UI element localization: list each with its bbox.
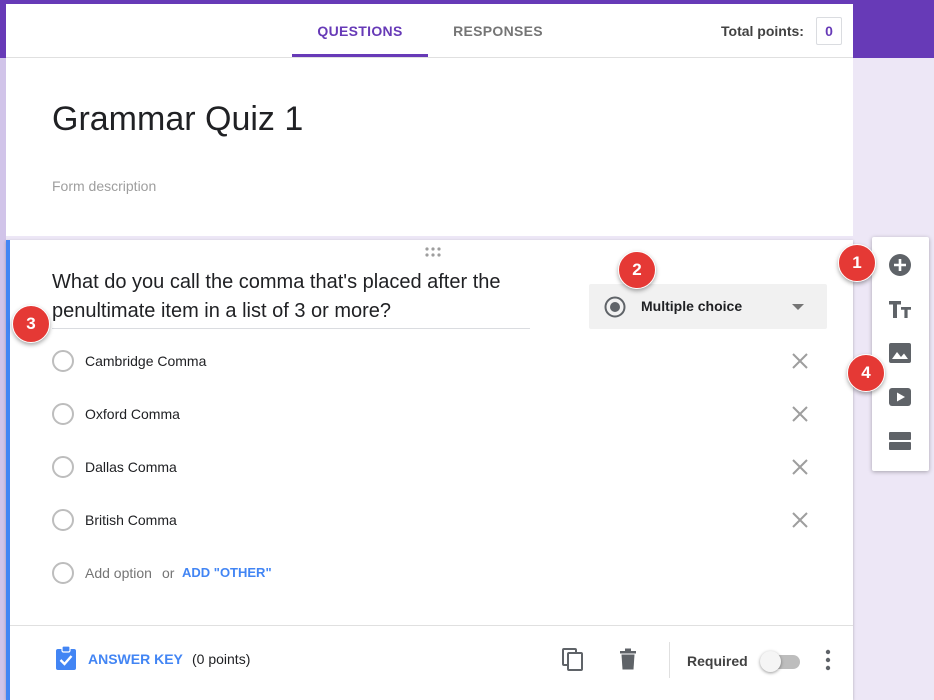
annotation-marker-3: 3 bbox=[12, 305, 50, 343]
option-label[interactable]: Oxford Comma bbox=[85, 406, 180, 422]
form-description-field[interactable]: Form description bbox=[52, 178, 156, 194]
active-tab-indicator bbox=[292, 54, 428, 57]
question-card[interactable]: What do you call the comma that's placed… bbox=[6, 240, 853, 700]
option-radio-icon bbox=[52, 350, 74, 372]
annotation-marker-2: 2 bbox=[618, 251, 656, 289]
option-label[interactable]: British Comma bbox=[85, 512, 177, 528]
or-text: or bbox=[162, 565, 175, 581]
trash-icon[interactable] bbox=[615, 646, 641, 672]
footer-divider bbox=[10, 625, 853, 626]
option-label[interactable]: Dallas Comma bbox=[85, 459, 177, 475]
image-icon[interactable] bbox=[886, 339, 914, 367]
required-label: Required bbox=[687, 653, 748, 669]
add-title-icon[interactable] bbox=[886, 295, 914, 323]
question-type-dropdown[interactable]: Multiple choice bbox=[589, 284, 827, 329]
tab-responses[interactable]: RESPONSES bbox=[430, 4, 566, 58]
clipboard-check-icon bbox=[56, 645, 76, 670]
side-toolbar bbox=[872, 237, 929, 471]
section-icon[interactable] bbox=[886, 427, 914, 455]
points-note: (0 points) bbox=[192, 651, 251, 667]
close-icon[interactable] bbox=[790, 404, 810, 424]
add-option-input[interactable]: Add option bbox=[85, 565, 152, 581]
tab-questions[interactable]: QUESTIONS bbox=[292, 4, 428, 58]
option-row[interactable]: Cambridge Comma bbox=[52, 346, 822, 376]
option-row[interactable]: Oxford Comma bbox=[52, 399, 822, 429]
radio-button-icon bbox=[604, 296, 626, 318]
option-label[interactable]: Cambridge Comma bbox=[85, 353, 206, 369]
total-points-value: 0 bbox=[816, 17, 842, 45]
drag-handle-icon[interactable] bbox=[423, 246, 443, 258]
form-editor: QUESTIONS RESPONSES Total points: 0 Gram… bbox=[6, 4, 853, 700]
option-row[interactable]: Dallas Comma bbox=[52, 452, 822, 482]
video-icon[interactable] bbox=[886, 383, 914, 411]
dropdown-arrow-icon bbox=[792, 304, 804, 310]
close-icon[interactable] bbox=[790, 351, 810, 371]
footer-vertical-divider bbox=[669, 642, 670, 678]
tab-bar: QUESTIONS RESPONSES Total points: 0 bbox=[6, 4, 853, 58]
toggle-thumb bbox=[760, 651, 781, 672]
answer-key-label: ANSWER KEY bbox=[88, 651, 183, 667]
option-radio-icon bbox=[52, 403, 74, 425]
option-radio-icon bbox=[52, 456, 74, 478]
question-title-input[interactable]: What do you call the comma that's placed… bbox=[52, 268, 530, 329]
option-radio-icon bbox=[52, 562, 74, 584]
form-title[interactable]: Grammar Quiz 1 bbox=[52, 100, 303, 139]
required-toggle[interactable] bbox=[760, 650, 804, 672]
annotation-marker-1: 1 bbox=[838, 244, 876, 282]
total-points-label: Total points: bbox=[721, 23, 804, 39]
add-question-icon[interactable] bbox=[886, 251, 914, 279]
option-radio-icon bbox=[52, 509, 74, 531]
add-other-link[interactable]: ADD "OTHER" bbox=[182, 565, 272, 580]
add-option-row: Add option or ADD "OTHER" bbox=[52, 558, 822, 588]
more-options-icon[interactable] bbox=[818, 647, 838, 673]
duplicate-icon[interactable] bbox=[560, 646, 586, 672]
annotation-marker-4: 4 bbox=[847, 354, 885, 392]
option-row[interactable]: British Comma bbox=[52, 505, 822, 535]
close-icon[interactable] bbox=[790, 510, 810, 530]
close-icon[interactable] bbox=[790, 457, 810, 477]
question-type-label: Multiple choice bbox=[641, 298, 743, 314]
